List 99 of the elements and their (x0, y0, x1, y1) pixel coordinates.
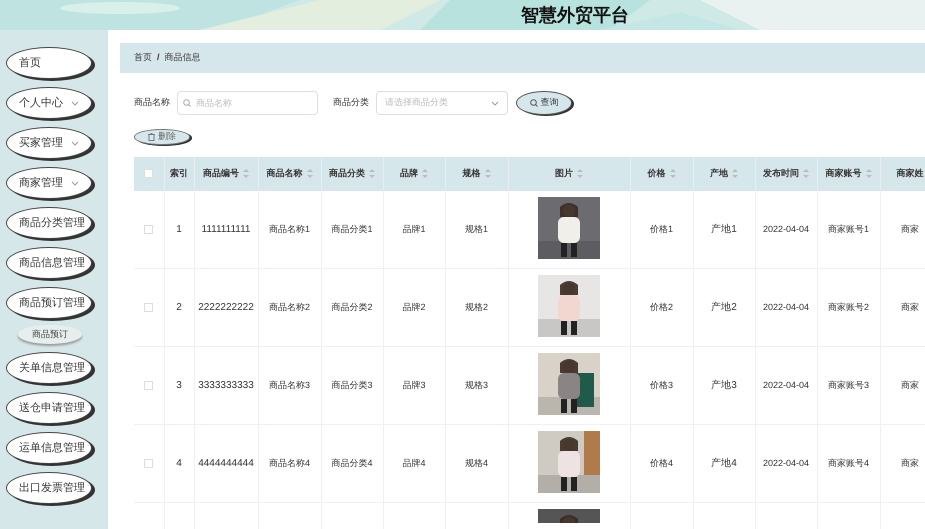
sidebar-item[interactable]: 首页 (6, 47, 92, 79)
table-cell: 价格2 (650, 302, 673, 312)
chevron-down-icon (71, 100, 79, 106)
row-checkbox[interactable] (144, 224, 154, 234)
trash-icon (148, 132, 155, 141)
field-label: 商品分类 (333, 96, 369, 110)
table-cell: 2022-04-04 (762, 302, 810, 312)
table-cell: 商品分类3 (331, 380, 372, 390)
sidebar-item[interactable]: 商家管理 (6, 167, 92, 199)
column-header[interactable]: 商品名称 (258, 156, 321, 190)
table-cell: 商品分类2 (331, 302, 372, 312)
table-cell: 2 (176, 302, 182, 313)
table-cell: 规格4 (464, 458, 488, 468)
sidebar-item[interactable]: 运单信息管理 (6, 432, 92, 464)
table-cell: 3 (176, 380, 182, 391)
table-cell: 价格3 (650, 380, 673, 390)
search-icon (183, 99, 191, 107)
sort-icon[interactable] (369, 168, 375, 178)
table-cell: 商家账号3 (828, 380, 869, 390)
table-cell: 品牌2 (402, 302, 426, 312)
table-cell: 规格1 (464, 224, 488, 234)
column-header[interactable]: 索引 (164, 156, 194, 190)
table-cell: 产地4 (711, 458, 737, 469)
row-checkbox[interactable] (144, 458, 154, 468)
column-header[interactable]: 价格 (630, 156, 693, 190)
breadcrumb-item[interactable]: 首页 (134, 51, 152, 65)
table-cell: 价格1 (650, 224, 673, 234)
table-cell: 商家账号1 (828, 224, 869, 234)
column-header[interactable]: 发布时间 (755, 156, 817, 190)
sort-icon[interactable] (243, 168, 249, 178)
table-cell: 商品名称4 (268, 458, 310, 468)
sidebar-item[interactable]: 送仓申请管理 (6, 392, 92, 424)
table-cell: 商品名称1 (268, 224, 310, 234)
table-cell: 1 (176, 224, 182, 235)
table-cell: 产地1 (711, 224, 737, 235)
table-cell: 商家 (901, 458, 919, 468)
table-cell: 2222222222 (198, 302, 254, 313)
table-cell: 商家 (901, 224, 919, 234)
table-cell: 商家 (901, 302, 919, 312)
table-cell: 商家账号2 (828, 302, 869, 312)
name-search-field[interactable]: 商品名称 (177, 91, 318, 115)
column-header[interactable]: 产地 (693, 156, 755, 190)
sidebar-item[interactable]: 个人中心 (6, 87, 92, 119)
select-all-checkbox[interactable] (144, 168, 154, 178)
table-cell: 产地2 (711, 302, 737, 313)
column-header[interactable]: 商品分类 (321, 156, 383, 190)
sidebar-item[interactable]: 商品预订管理 (6, 287, 92, 319)
sidebar-item[interactable]: 商品分类管理 (6, 207, 92, 239)
table-cell: 商家账号4 (828, 458, 869, 468)
sort-icon[interactable] (803, 168, 809, 178)
table-cell: 1111111111 (202, 224, 250, 235)
column-header[interactable]: 品牌 (383, 156, 445, 190)
sort-icon[interactable] (670, 168, 676, 178)
site-title: 智慧外贸平台 (521, 4, 629, 26)
table-cell: 4 (176, 458, 182, 469)
column-header[interactable]: 商家账号 (817, 156, 880, 190)
table-cell: 商家 (901, 380, 919, 390)
column-header[interactable]: 图片 (508, 156, 630, 190)
table-cell: 商品名称2 (268, 302, 310, 312)
sidebar-item[interactable]: 买家管理 (6, 127, 92, 159)
table-cell: 2022-04-04 (762, 458, 810, 468)
table-cell: 品牌3 (402, 380, 426, 390)
column-header[interactable]: 规格 (445, 156, 508, 190)
table-cell: 2022-04-04 (762, 224, 810, 234)
breadcrumb-separator: / (157, 51, 160, 64)
sort-icon[interactable] (484, 168, 490, 178)
table-cell: 品牌4 (402, 458, 426, 468)
delete-button[interactable]: 删除 (134, 129, 190, 144)
search-icon (530, 99, 538, 107)
sidebar-item[interactable]: 关单信息管理 (6, 352, 92, 384)
table-cell: 品牌1 (402, 224, 426, 234)
row-checkbox[interactable] (144, 302, 154, 312)
column-header[interactable]: 商品编号 (194, 156, 258, 190)
field-label: 商品名称 (134, 96, 170, 110)
sort-icon[interactable] (422, 168, 428, 178)
sort-icon[interactable] (732, 168, 738, 178)
chevron-down-icon (71, 140, 79, 146)
table-cell: 商品名称3 (268, 380, 310, 390)
table-cell: 规格2 (464, 302, 488, 312)
sidebar-item[interactable]: 出口发票管理 (6, 472, 92, 504)
sidebar-item[interactable]: 商品信息管理 (6, 247, 92, 279)
submenu-item[interactable]: 商品预订 (18, 325, 82, 344)
table-cell: 价格4 (650, 458, 673, 468)
row-checkbox[interactable] (144, 380, 154, 390)
table-cell: 商品分类1 (331, 224, 372, 234)
breadcrumb-item: 商品信息 (164, 51, 201, 64)
table-cell: 规格3 (464, 380, 488, 390)
sort-icon[interactable] (577, 168, 583, 178)
table-cell: 3333333333 (198, 380, 254, 391)
sort-icon[interactable] (866, 168, 872, 178)
column-header[interactable]: 商家姓 (880, 156, 925, 190)
sort-icon[interactable] (306, 168, 312, 178)
table-cell: 2022-04-04 (762, 380, 810, 390)
table-cell: 商品分类4 (331, 458, 372, 468)
chevron-down-icon (491, 100, 499, 106)
table-cell: 产地3 (711, 380, 737, 391)
table-cell: 4444444444 (198, 458, 254, 469)
chevron-down-icon (71, 180, 79, 186)
query-button[interactable]: 查询 (516, 91, 572, 115)
